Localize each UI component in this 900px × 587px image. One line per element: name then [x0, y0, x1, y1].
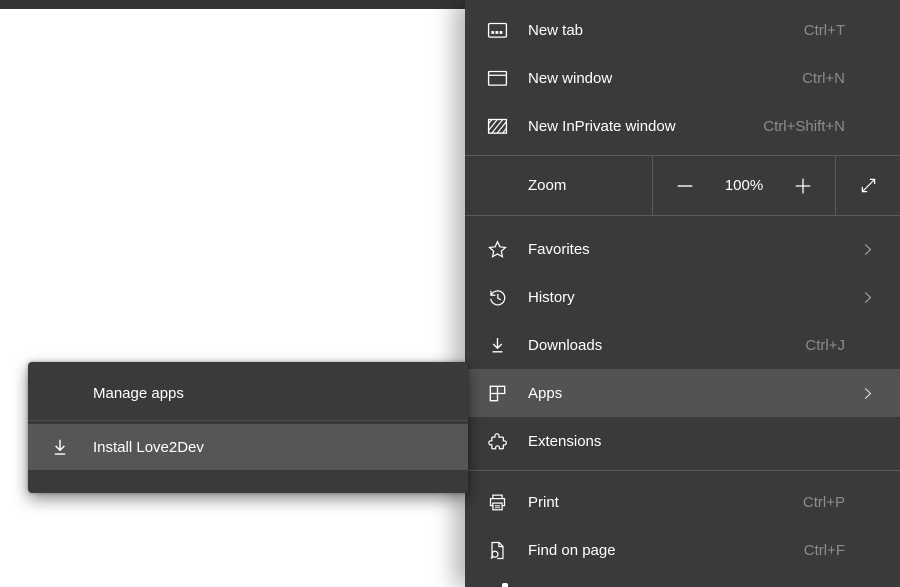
menu-item-label: New tab	[528, 22, 583, 39]
printer-icon	[485, 490, 509, 514]
new-window-icon	[485, 66, 509, 90]
separator	[465, 215, 900, 216]
zoom-label: Zoom	[528, 177, 566, 194]
menu-item-label: Favorites	[528, 241, 590, 258]
settings-menu: New tab Ctrl+T New window Ctrl+N	[465, 0, 900, 587]
menu-item-label: Find on page	[528, 542, 616, 559]
menu-item-favorites[interactable]: Favorites	[465, 225, 900, 273]
menu-item-label: Extensions	[528, 433, 601, 450]
menu-item-new-tab[interactable]: New tab Ctrl+T	[465, 6, 900, 54]
menu-section-page: Print Ctrl+P Find on page Ctrl+F	[465, 478, 900, 574]
menu-section-library: Favorites History	[465, 225, 900, 465]
menu-item-label: Downloads	[528, 337, 602, 354]
menu-item-label: Manage apps	[93, 385, 184, 402]
shortcut-label: Ctrl+Shift+N	[763, 118, 845, 135]
chevron-right-icon	[857, 239, 877, 259]
zoom-out-button[interactable]	[673, 174, 697, 198]
zoom-in-button[interactable]	[791, 174, 815, 198]
menu-item-label: New InPrivate window	[528, 118, 676, 135]
shortcut-label: Ctrl+F	[804, 542, 845, 559]
menu-item-manage-apps[interactable]: Manage apps	[28, 368, 468, 418]
shortcut-label: Ctrl+N	[802, 70, 845, 87]
separator	[28, 420, 468, 421]
new-tab-icon	[485, 18, 509, 42]
menu-item-label: Install Love2Dev	[93, 439, 204, 456]
menu-item-extensions[interactable]: Extensions	[465, 417, 900, 465]
apps-submenu: Manage apps Install Love2Dev	[28, 362, 468, 493]
shortcut-label: Ctrl+T	[804, 22, 845, 39]
menu-item-history[interactable]: History	[465, 273, 900, 321]
fullscreen-button[interactable]	[836, 156, 900, 215]
menu-item-apps[interactable]: Apps	[465, 369, 900, 417]
shortcut-label: Ctrl+J	[805, 337, 845, 354]
download-icon	[48, 435, 72, 459]
menu-item-print[interactable]: Print Ctrl+P	[465, 478, 900, 526]
chevron-right-icon	[857, 287, 877, 307]
zoom-controls: 100%	[653, 156, 835, 215]
browser-toolbar-edge	[0, 0, 466, 9]
minus-icon	[674, 175, 696, 197]
chevron-right-icon	[857, 383, 877, 403]
menu-item-find-on-page[interactable]: Find on page Ctrl+F	[465, 526, 900, 574]
next-menu-item-icon-partial	[502, 583, 508, 587]
separator	[465, 470, 900, 471]
find-on-page-icon	[485, 538, 509, 562]
history-icon	[485, 285, 509, 309]
plus-icon	[792, 175, 814, 197]
menu-item-label: New window	[528, 70, 612, 87]
download-icon	[485, 333, 509, 357]
menu-item-downloads[interactable]: Downloads Ctrl+J	[465, 321, 900, 369]
menu-item-new-window[interactable]: New window Ctrl+N	[465, 54, 900, 102]
zoom-level: 100%	[725, 177, 763, 194]
menu-item-label: Print	[528, 494, 559, 511]
menu-item-new-inprivate-window[interactable]: New InPrivate window Ctrl+Shift+N	[465, 102, 900, 150]
menu-item-install-love2dev[interactable]: Install Love2Dev	[28, 424, 468, 470]
screen: New tab Ctrl+T New window Ctrl+N	[0, 0, 900, 587]
puzzle-icon	[485, 429, 509, 453]
zoom-label-cell: Zoom	[465, 156, 652, 215]
inprivate-window-icon	[485, 114, 509, 138]
zoom-row: Zoom 100%	[465, 156, 900, 215]
apps-grid-icon	[485, 381, 509, 405]
menu-section-new: New tab Ctrl+T New window Ctrl+N	[465, 0, 900, 150]
shortcut-label: Ctrl+P	[803, 494, 845, 511]
star-icon	[485, 237, 509, 261]
menu-item-label: Apps	[528, 385, 562, 402]
menu-item-label: History	[528, 289, 575, 306]
fullscreen-expand-icon	[858, 175, 879, 196]
